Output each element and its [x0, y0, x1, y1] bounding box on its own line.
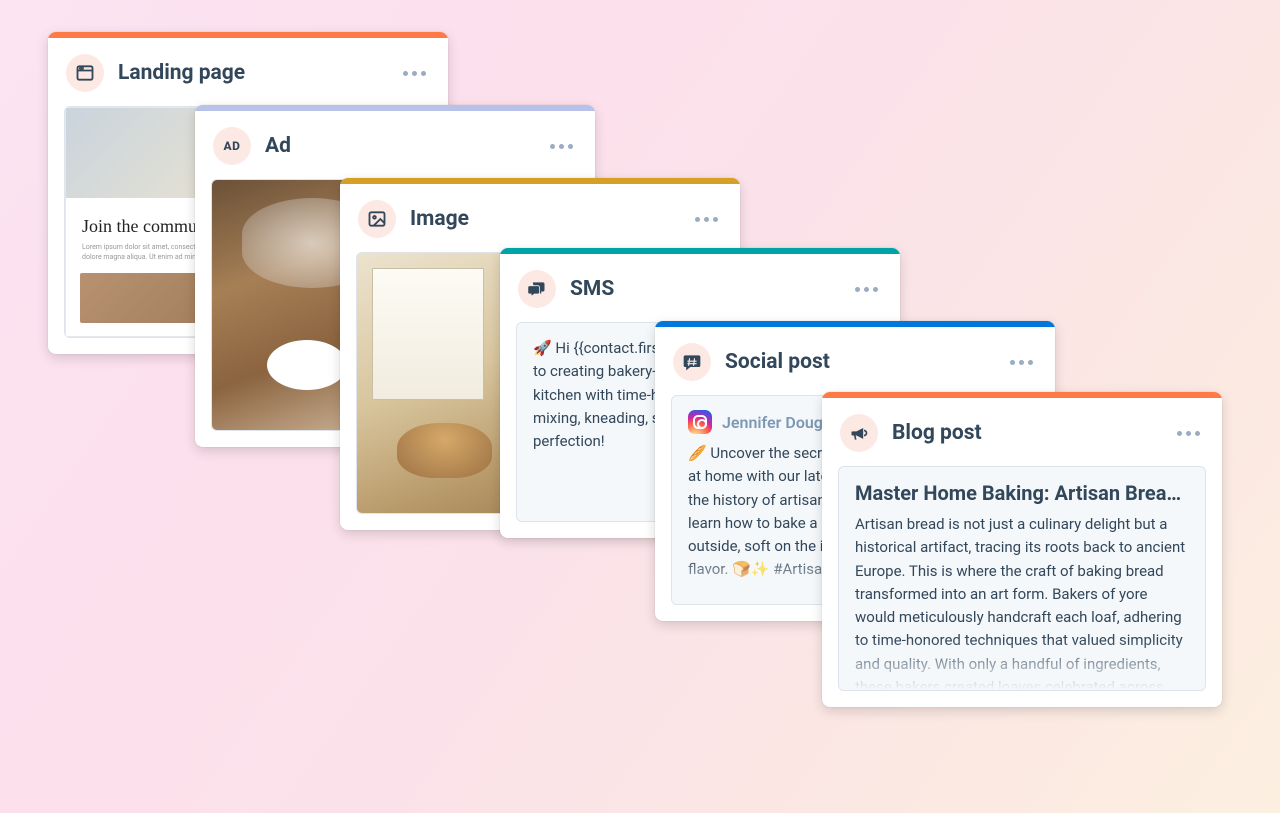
- hashtag-icon: [673, 343, 711, 381]
- card-blog-post: Blog post Master Home Baking: Artisan Br…: [822, 392, 1222, 707]
- chat-icon: [518, 270, 556, 308]
- more-button[interactable]: [399, 67, 430, 80]
- blog-preview[interactable]: Master Home Baking: Artisan Bread Techni…: [838, 466, 1206, 691]
- card-header: Image: [340, 184, 740, 252]
- megaphone-icon: [840, 414, 878, 452]
- more-button[interactable]: [691, 213, 722, 226]
- card-title: Landing page: [118, 61, 385, 85]
- image-icon: [358, 200, 396, 238]
- card-header: SMS: [500, 254, 900, 322]
- blog-headline: Master Home Baking: Artisan Bread Techni…: [855, 481, 1189, 505]
- more-button[interactable]: [1173, 427, 1204, 440]
- card-title: SMS: [570, 277, 837, 301]
- more-button[interactable]: [1006, 356, 1037, 369]
- card-header: Social post: [655, 327, 1055, 395]
- instagram-icon: [688, 410, 712, 434]
- blog-body: Artisan bread is not just a culinary del…: [855, 513, 1189, 691]
- card-header: Blog post: [822, 398, 1222, 466]
- more-button[interactable]: [851, 283, 882, 296]
- card-title: Image: [410, 207, 677, 231]
- more-button[interactable]: [546, 140, 577, 153]
- window-icon: [66, 54, 104, 92]
- card-header: Landing page: [48, 38, 448, 106]
- ad-icon: AD: [213, 127, 251, 165]
- card-title: Social post: [725, 350, 992, 374]
- card-title: Ad: [265, 134, 532, 158]
- card-title: Blog post: [892, 421, 1159, 445]
- card-header: AD Ad: [195, 111, 595, 179]
